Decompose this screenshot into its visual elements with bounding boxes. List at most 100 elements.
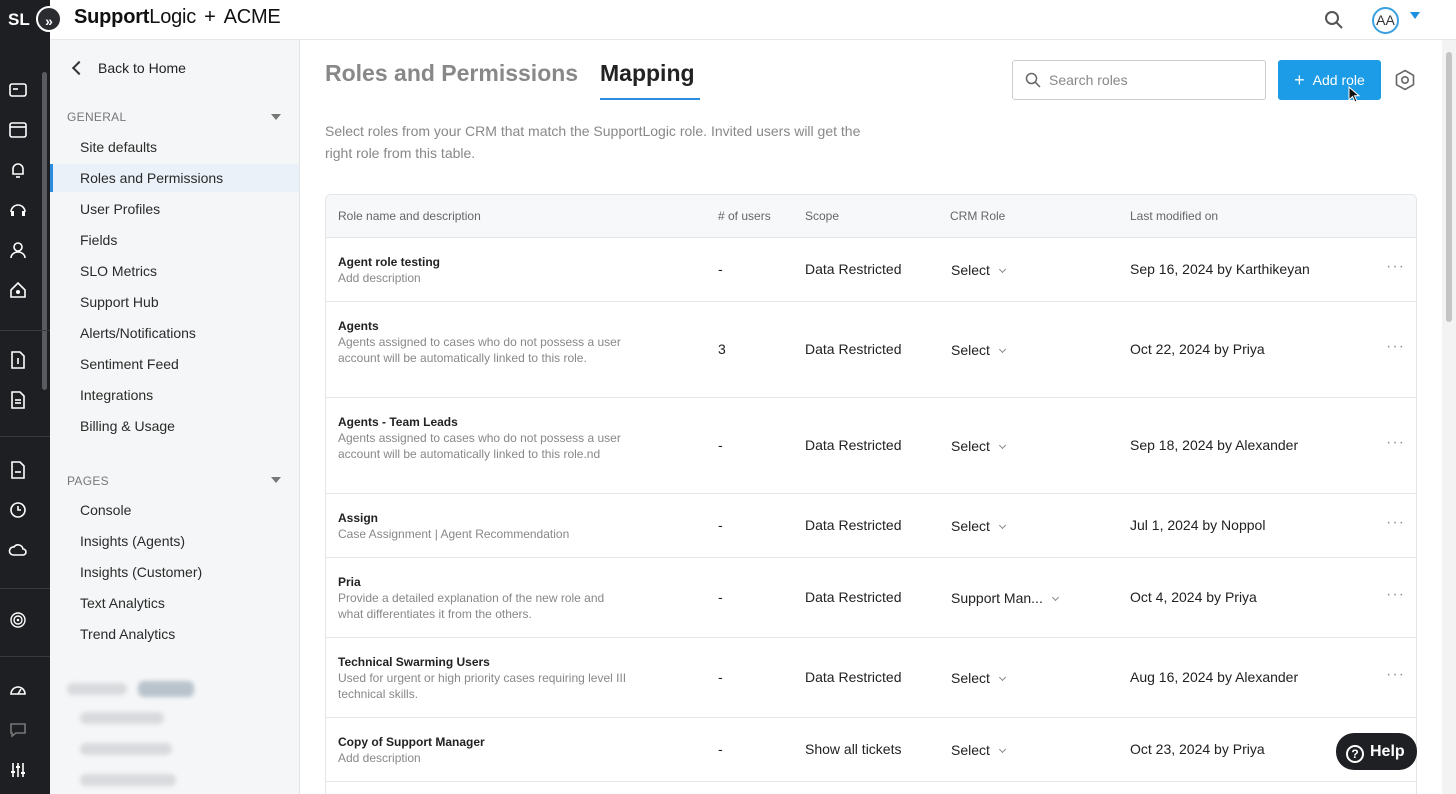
crm-role-select[interactable]: Select: [951, 742, 1006, 758]
crm-role-select[interactable]: Select: [951, 438, 1006, 454]
section-pages[interactable]: PAGES: [67, 474, 109, 488]
avatar[interactable]: AA: [1372, 7, 1399, 34]
column-header-scope[interactable]: Scope: [805, 195, 839, 238]
sliders-icon[interactable]: [8, 760, 28, 780]
crm-role-select[interactable]: Select: [951, 342, 1006, 358]
sidebar-item-slo-metrics[interactable]: SLO Metrics: [50, 257, 299, 285]
last-modified: Oct 23, 2024 by Priya: [1130, 741, 1265, 757]
file-upload-icon[interactable]: [8, 350, 28, 370]
users-count: -: [718, 437, 723, 453]
sidebar-item-site-defaults[interactable]: Site defaults: [50, 133, 299, 161]
document-icon[interactable]: [8, 390, 28, 410]
sidebar-item-user-profiles[interactable]: User Profiles: [50, 195, 299, 223]
column-header-role[interactable]: Role name and description: [338, 195, 481, 238]
chevron-down-icon[interactable]: [271, 477, 281, 483]
sidebar-item-integrations[interactable]: Integrations: [50, 381, 299, 409]
page-scrollbar[interactable]: [1442, 40, 1456, 794]
role-description: Add description: [338, 271, 421, 285]
more-options-icon[interactable]: ···: [1386, 258, 1405, 276]
crm-role-value: Select: [951, 262, 990, 278]
sidebar-item-roles-permissions[interactable]: Roles and Permissions: [50, 164, 299, 192]
table-row[interactable]: Copy of Support Manager Add description …: [326, 718, 1416, 782]
expand-rail-button[interactable]: »: [36, 6, 62, 32]
crm-role-select[interactable]: Select: [951, 518, 1006, 534]
help-icon: ?: [1346, 745, 1364, 763]
search-icon[interactable]: [1324, 10, 1344, 30]
home-settings-icon[interactable]: [8, 280, 28, 300]
scrollbar-thumb[interactable]: [1446, 52, 1452, 322]
user-icon[interactable]: [8, 240, 28, 260]
table-row[interactable]: Agents Agents assigned to cases who do n…: [326, 302, 1416, 398]
users-count: -: [718, 589, 723, 605]
table-row[interactable]: Pria Provide a detailed explanation of t…: [326, 558, 1416, 638]
settings-hexagon-icon[interactable]: [1394, 69, 1416, 91]
crm-role-select[interactable]: Support Man...: [951, 590, 1059, 606]
role-name-cell: Assign Case Assignment | Agent Recommend…: [338, 510, 628, 542]
dashboard-icon[interactable]: [8, 80, 28, 100]
scope-value: Data Restricted: [805, 589, 902, 605]
back-to-home-link[interactable]: Back to Home: [71, 60, 186, 76]
add-role-button[interactable]: + Add role: [1278, 60, 1381, 100]
sidebar-item-fields[interactable]: Fields: [50, 226, 299, 254]
role-description: Used for urgent or high priority cases r…: [338, 671, 627, 701]
sidebar-item-text-analytics[interactable]: Text Analytics: [50, 589, 299, 617]
headset-icon[interactable]: [8, 200, 28, 220]
chevron-down-icon[interactable]: [1410, 12, 1420, 19]
role-name: Agents: [338, 319, 379, 333]
sidebar-item-insights-agents[interactable]: Insights (Agents): [50, 527, 299, 555]
gauge-icon[interactable]: [8, 680, 28, 700]
rail-divider: [0, 656, 50, 657]
sidebar-item-billing[interactable]: Billing & Usage: [50, 412, 299, 440]
role-name-cell: Agents Agents assigned to cases who do n…: [338, 318, 628, 366]
more-options-icon[interactable]: ···: [1386, 338, 1405, 356]
more-options-icon[interactable]: ···: [1386, 434, 1405, 452]
role-name-cell: Agent role testing Add description: [338, 254, 628, 286]
left-rail: [0, 40, 50, 794]
table-row[interactable]: Assign Case Assignment | Agent Recommend…: [326, 494, 1416, 558]
scope-value: Data Restricted: [805, 517, 902, 533]
rail-scrollbar[interactable]: [42, 72, 47, 390]
table-row[interactable]: Agent role testing Add description - Dat…: [326, 238, 1416, 302]
last-modified: Jul 1, 2024 by Noppol: [1130, 517, 1266, 533]
column-header-modified[interactable]: Last modified on: [1130, 195, 1218, 238]
more-options-icon[interactable]: ···: [1386, 586, 1405, 604]
bell-icon[interactable]: [8, 160, 28, 180]
sidebar-item-sentiment-feed[interactable]: Sentiment Feed: [50, 350, 299, 378]
report-icon[interactable]: [8, 460, 28, 480]
blurred-item: [80, 774, 176, 786]
search-box[interactable]: [1012, 60, 1266, 100]
sidebar-item-console[interactable]: Console: [50, 496, 299, 524]
calendar-icon[interactable]: [8, 120, 28, 140]
role-description: Agents assigned to cases who do not poss…: [338, 335, 621, 365]
more-options-icon[interactable]: ···: [1386, 514, 1405, 532]
scope-value: Data Restricted: [805, 669, 902, 685]
help-button[interactable]: ? Help: [1336, 733, 1417, 770]
table-row[interactable]: Technical Swarming Users Used for urgent…: [326, 638, 1416, 718]
cloud-icon[interactable]: [8, 540, 28, 560]
roles-table: Role name and description # of users Sco…: [325, 194, 1417, 794]
more-options-icon[interactable]: ···: [1386, 666, 1405, 684]
chat-icon[interactable]: [8, 720, 28, 740]
sidebar-item-trend-analytics[interactable]: Trend Analytics: [50, 620, 299, 648]
search-input[interactable]: [1049, 61, 1259, 99]
fingerprint-icon[interactable]: [8, 610, 28, 630]
column-header-users[interactable]: # of users: [718, 195, 771, 238]
crm-role-select[interactable]: Select: [951, 670, 1006, 686]
chevron-down-icon: [1051, 593, 1059, 602]
chevron-down-icon[interactable]: [271, 114, 281, 120]
table-header: Role name and description # of users Sco…: [326, 195, 1416, 238]
role-description: Provide a detailed explanation of the ne…: [338, 591, 605, 621]
column-header-crm-role[interactable]: CRM Role: [950, 195, 1005, 238]
sidebar-item-insights-customer[interactable]: Insights (Customer): [50, 558, 299, 586]
clock-icon[interactable]: [8, 500, 28, 520]
sidebar-item-alerts[interactable]: Alerts/Notifications: [50, 319, 299, 347]
help-label: Help: [1370, 743, 1405, 760]
table-row[interactable]: Agents - Team Leads Agents assigned to c…: [326, 398, 1416, 494]
tab-mapping[interactable]: Mapping: [600, 60, 695, 87]
scope-value: Show all tickets: [805, 741, 902, 757]
sidebar-item-support-hub[interactable]: Support Hub: [50, 288, 299, 316]
section-general[interactable]: GENERAL: [67, 110, 126, 124]
crm-role-select[interactable]: Select: [951, 262, 1006, 278]
tab-roles-permissions[interactable]: Roles and Permissions: [325, 60, 578, 87]
crm-role-value: Support Man...: [951, 590, 1043, 606]
